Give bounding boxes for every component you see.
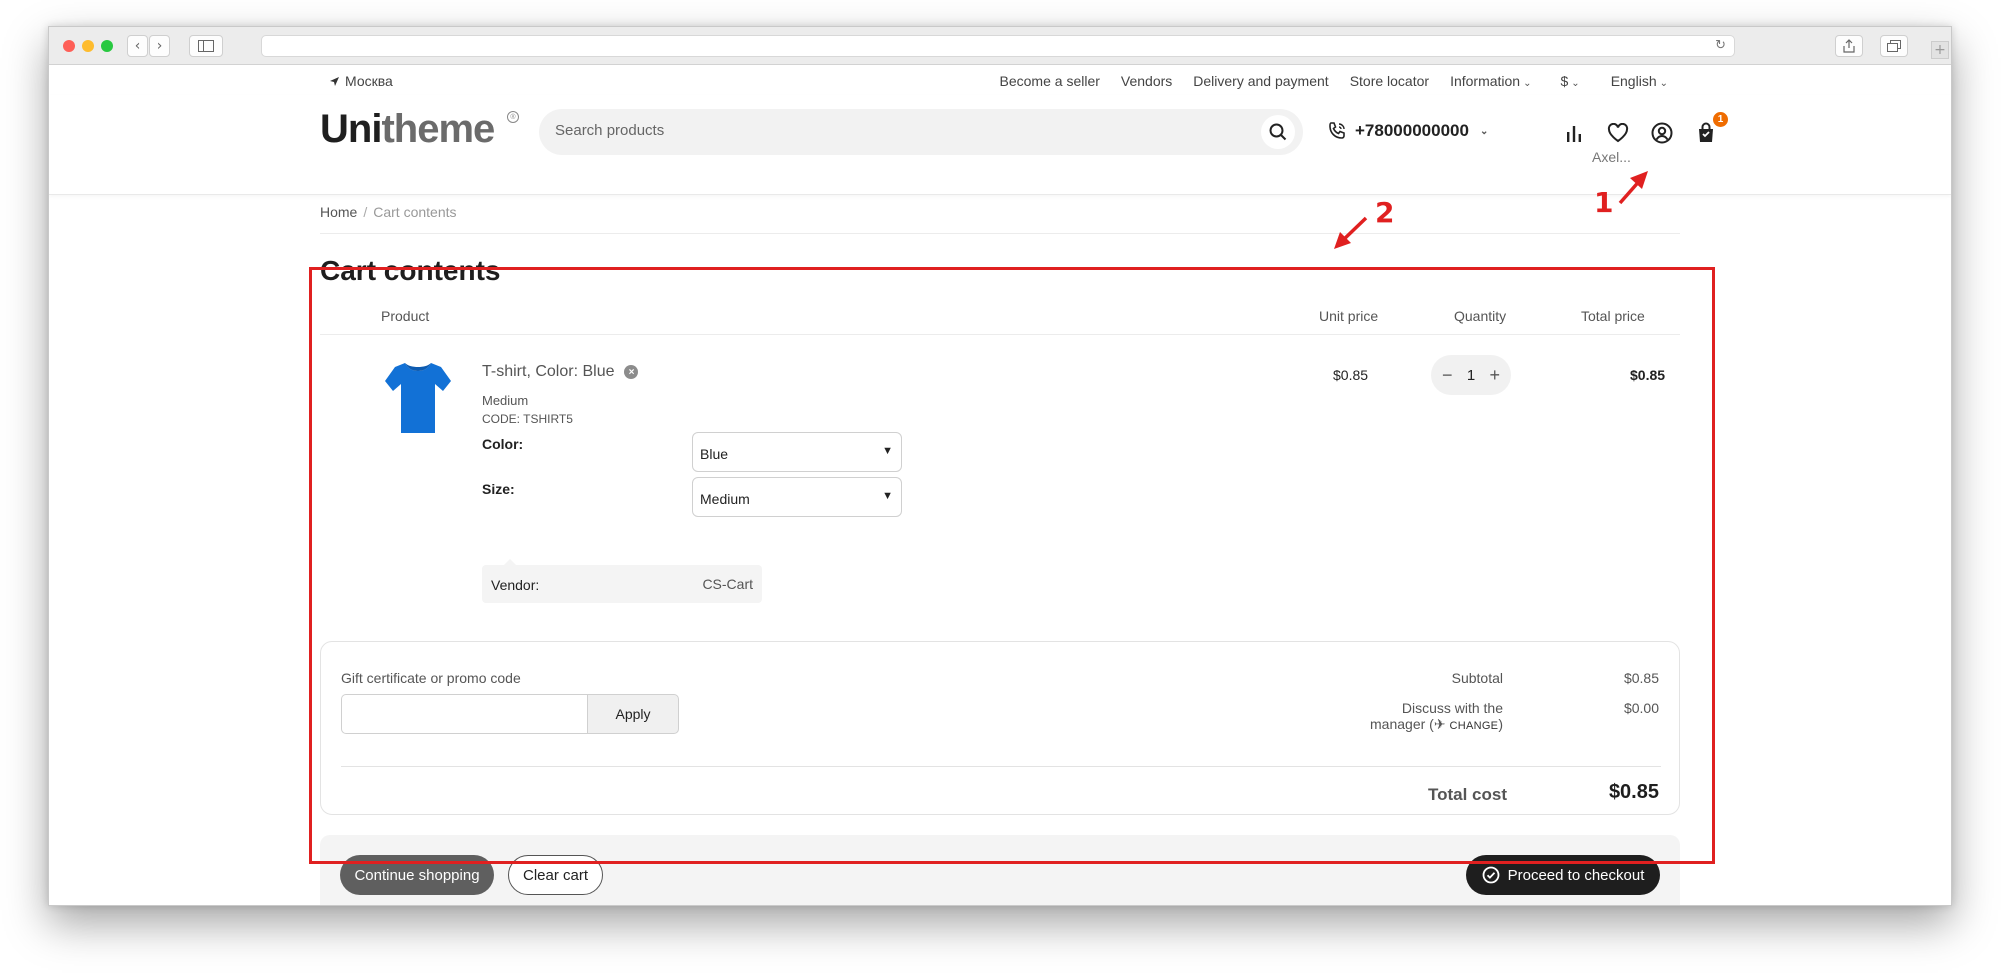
location-selector[interactable]: Москва xyxy=(329,73,393,89)
user-icon xyxy=(1651,122,1673,144)
chevron-down-icon: ⌄ xyxy=(1659,78,1668,89)
information-label: Information xyxy=(1450,73,1521,89)
phone-number: +78000000000 xyxy=(1355,121,1469,140)
search-input[interactable] xyxy=(555,122,1235,139)
chevron-down-icon: ⌄ xyxy=(1479,125,1489,137)
link-store-locator[interactable]: Store locator xyxy=(1350,73,1429,89)
registered-mark-icon: ® xyxy=(507,111,519,123)
annotation-label-1: 1 xyxy=(1594,186,1614,219)
tabs-icon xyxy=(1887,40,1901,52)
site-header: Unitheme ® +78000000000 ⌄ Ax xyxy=(49,95,1951,195)
chevron-down-icon: ⌄ xyxy=(1523,78,1532,89)
breadcrumb-separator: / xyxy=(363,204,368,220)
link-vendors[interactable]: Vendors xyxy=(1121,73,1172,89)
shopping-bag-icon xyxy=(1699,122,1713,142)
reload-icon[interactable]: ↻ xyxy=(1715,38,1726,53)
sidebar-icon xyxy=(198,40,214,52)
divider xyxy=(320,233,1680,234)
currency-label: $ xyxy=(1560,73,1569,89)
breadcrumb: Home / Cart contents xyxy=(320,204,457,220)
phone-dropdown[interactable]: +78000000000 ⌄ xyxy=(1327,121,1488,141)
share-button[interactable] xyxy=(1835,35,1863,57)
address-bar[interactable]: ↻ xyxy=(261,35,1735,57)
chevron-right-icon: › xyxy=(156,38,163,54)
heart-icon xyxy=(1607,123,1629,143)
tabs-overview-button[interactable] xyxy=(1880,35,1908,57)
annotation-label-2: 2 xyxy=(1375,196,1395,229)
annotation-highlight-box xyxy=(309,267,1715,864)
phone-icon xyxy=(1329,122,1345,139)
account-button[interactable] xyxy=(1648,119,1676,147)
link-delivery-payment[interactable]: Delivery and payment xyxy=(1193,73,1328,89)
breadcrumb-home[interactable]: Home xyxy=(320,204,357,220)
top-links-bar: Москва Become a seller Vendors Delivery … xyxy=(49,65,1951,95)
logo-light: theme xyxy=(381,107,495,151)
checkout-label: Proceed to checkout xyxy=(1507,866,1645,884)
browser-toolbar: ‹ › ↻ + xyxy=(49,27,1951,65)
language-label: English xyxy=(1610,73,1657,89)
wishlist-button[interactable] xyxy=(1604,119,1632,147)
chevron-down-icon: ⌄ xyxy=(1571,78,1580,89)
sidebar-toggle-button[interactable] xyxy=(189,35,223,57)
location-label: Москва xyxy=(345,73,393,89)
top-links: Become a seller Vendors Delivery and pay… xyxy=(1000,73,1668,89)
site-logo[interactable]: Unitheme xyxy=(320,107,495,152)
search-bar xyxy=(539,109,1303,155)
compare-button[interactable] xyxy=(1560,119,1588,147)
zoom-window-button[interactable] xyxy=(101,40,113,52)
language-dropdown[interactable]: English ⌄ xyxy=(1611,73,1668,89)
check-circle-icon xyxy=(1482,866,1500,884)
user-name[interactable]: Axel... xyxy=(1592,149,1631,165)
back-button[interactable]: ‹ xyxy=(127,35,148,57)
share-icon xyxy=(1843,39,1855,53)
logo-bold: Uni xyxy=(320,107,382,151)
chevron-left-icon: ‹ xyxy=(134,38,141,54)
cart-button[interactable]: 1 xyxy=(1692,111,1729,147)
compare-bars-icon xyxy=(1567,126,1581,142)
cart-count-badge: 1 xyxy=(1712,111,1729,128)
new-tab-button[interactable]: + xyxy=(1931,41,1949,59)
link-become-seller[interactable]: Become a seller xyxy=(1000,73,1100,89)
close-window-button[interactable] xyxy=(63,40,75,52)
currency-dropdown[interactable]: $ ⌄ xyxy=(1561,73,1580,89)
search-icon xyxy=(1269,123,1287,141)
forward-button[interactable]: › xyxy=(149,35,170,57)
location-arrow-icon xyxy=(330,76,339,86)
search-button[interactable] xyxy=(1261,115,1295,149)
minimize-window-button[interactable] xyxy=(82,40,94,52)
information-dropdown[interactable]: Information ⌄ xyxy=(1450,73,1531,89)
breadcrumb-current: Cart contents xyxy=(373,204,457,220)
